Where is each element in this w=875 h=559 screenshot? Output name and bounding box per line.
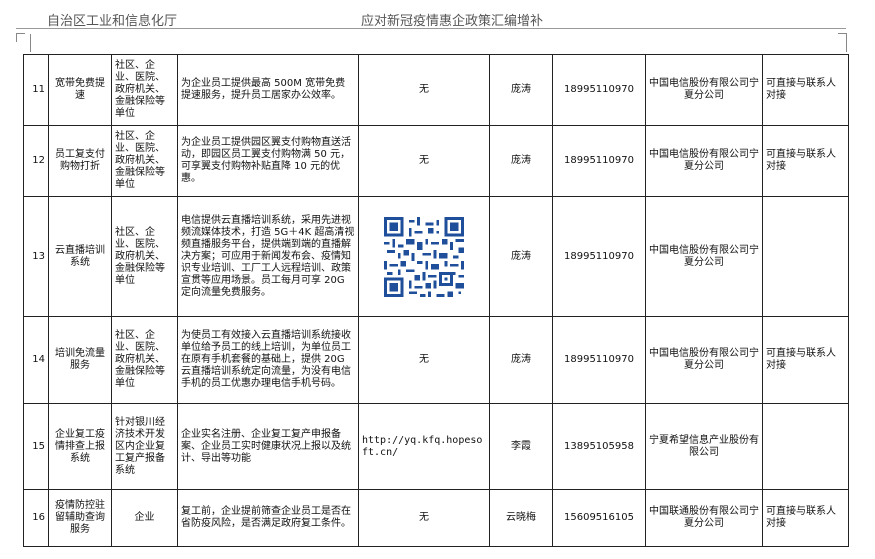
remark — [762, 403, 849, 490]
provider-org: 中国电信股份有限公司宁夏分公司 — [645, 196, 763, 317]
table-row: 12 员工复支付购物打折 社区、企业、医院、政府机关、金融保险等单位 为企业员工… — [23, 125, 849, 197]
qr-code-cell — [358, 196, 490, 317]
service-name: 培训免流量服务 — [48, 316, 112, 404]
service-target: 社区、企业、医院、政府机关、金融保险等单位 — [111, 196, 178, 317]
service-content: 为使员工有效接入云直播培训系统接收单位给予员工的线上培训，为单位员工在原有手机套… — [177, 316, 359, 404]
row-number: 12 — [23, 125, 49, 197]
margin-corner-left — [16, 33, 25, 42]
service-channel: 无 — [358, 54, 490, 126]
contact-person: 庞涛 — [489, 125, 553, 197]
contact-person: 云晓梅 — [489, 489, 553, 547]
provider-org: 宁夏希望信息产业股份有限公司 — [645, 403, 763, 490]
contact-phone: 18995110970 — [552, 316, 646, 404]
header-left-title: 自治区工业和信息化厅 — [47, 14, 178, 29]
service-name: 员工复支付购物打折 — [48, 125, 112, 197]
remark: 可直接与联系人对接 — [762, 125, 849, 197]
table-row: 15 企业复工疫情排查上报系统 针对银川经济技术开发区内企业复工复产报备系统 企… — [23, 403, 849, 490]
service-content: 为企业员工提供最高 500M 宽带免费提速服务，提升员工居家办公效率。 — [177, 54, 359, 126]
row-number: 16 — [23, 489, 49, 547]
margin-line-left — [30, 34, 31, 52]
contact-person: 庞涛 — [489, 54, 553, 126]
service-channel: 无 — [358, 125, 490, 197]
contact-phone: 15609516105 — [552, 489, 646, 547]
service-name: 云直播培训系统 — [48, 196, 112, 317]
remark: 可直接与联系人对接 — [762, 316, 849, 404]
service-target: 针对银川经济技术开发区内企业复工复产报备系统 — [111, 403, 178, 490]
service-content: 为企业员工提供园区翼支付购物直送活动，即园区员工翼支付购物满 50 元，可享翼支… — [177, 125, 359, 197]
table-row: 13 云直播培训系统 社区、企业、医院、政府机关、金融保险等单位 电信提供云直播… — [23, 196, 849, 317]
contact-phone: 18995110970 — [552, 196, 646, 317]
qr-code-image[interactable] — [384, 216, 464, 297]
table-row: 11 宽带免费提速 社区、企业、医院、政府机关、金融保险等单位 为企业员工提供最… — [23, 54, 849, 126]
contact-person: 庞涛 — [489, 196, 553, 317]
table-row: 16 疫情防控驻留辅助查询服务 企业 复工前，企业提前筛查企业员工是否在省防疫风… — [23, 489, 849, 547]
service-target: 企业 — [111, 489, 178, 547]
service-channel: 无 — [358, 316, 490, 404]
service-target: 社区、企业、医院、政府机关、金融保险等单位 — [111, 125, 178, 197]
row-number: 14 — [23, 316, 49, 404]
service-target: 社区、企业、医院、政府机关、金融保险等单位 — [111, 316, 178, 404]
contact-phone: 13895105958 — [552, 403, 646, 490]
service-name: 企业复工疫情排查上报系统 — [48, 403, 112, 490]
row-number: 11 — [23, 54, 49, 126]
row-number: 15 — [23, 403, 49, 490]
contact-person: 李霞 — [489, 403, 553, 490]
service-content: 企业实名注册、企业复工复产申报备案、企业员工实时健康状况上报以及统计、导出等功能 — [177, 403, 359, 490]
remark: 可直接与联系人对接 — [762, 54, 849, 126]
row-number: 13 — [23, 196, 49, 317]
service-name: 宽带免费提速 — [48, 54, 112, 126]
margin-line-right — [846, 34, 847, 52]
service-name: 疫情防控驻留辅助查询服务 — [48, 489, 112, 547]
service-channel-link[interactable]: http://yq.kfq.hopesoft.cn/ — [358, 403, 490, 490]
service-content: 复工前，企业提前筛查企业员工是否在省防疫风险，是否满足政府复工条件。 — [177, 489, 359, 547]
contact-phone: 18995110970 — [552, 125, 646, 197]
header-right-title: 应对新冠疫情惠企政策汇编增补 — [361, 14, 544, 29]
service-target: 社区、企业、医院、政府机关、金融保险等单位 — [111, 54, 178, 126]
contact-phone: 18995110970 — [552, 54, 646, 126]
policy-table: 11 宽带免费提速 社区、企业、医院、政府机关、金融保险等单位 为企业员工提供最… — [23, 54, 849, 547]
provider-org: 中国电信股份有限公司宁夏分公司 — [645, 54, 763, 126]
remark — [762, 196, 849, 317]
service-content: 电信提供云直播培训系统，采用先进视频流媒体技术，打造 5G＋4K 超高清视频直播… — [177, 196, 359, 317]
provider-org: 中国联通股份有限公司宁夏分公司 — [645, 489, 763, 547]
contact-person: 庞涛 — [489, 316, 553, 404]
provider-org: 中国电信股份有限公司宁夏分公司 — [645, 125, 763, 197]
header-divider — [16, 28, 846, 29]
service-channel: 无 — [358, 489, 490, 547]
remark: 可直接与联系人对接 — [762, 489, 849, 547]
table-row: 14 培训免流量服务 社区、企业、医院、政府机关、金融保险等单位 为使员工有效接… — [23, 316, 849, 404]
provider-org: 中国电信股份有限公司宁夏分公司 — [645, 316, 763, 404]
